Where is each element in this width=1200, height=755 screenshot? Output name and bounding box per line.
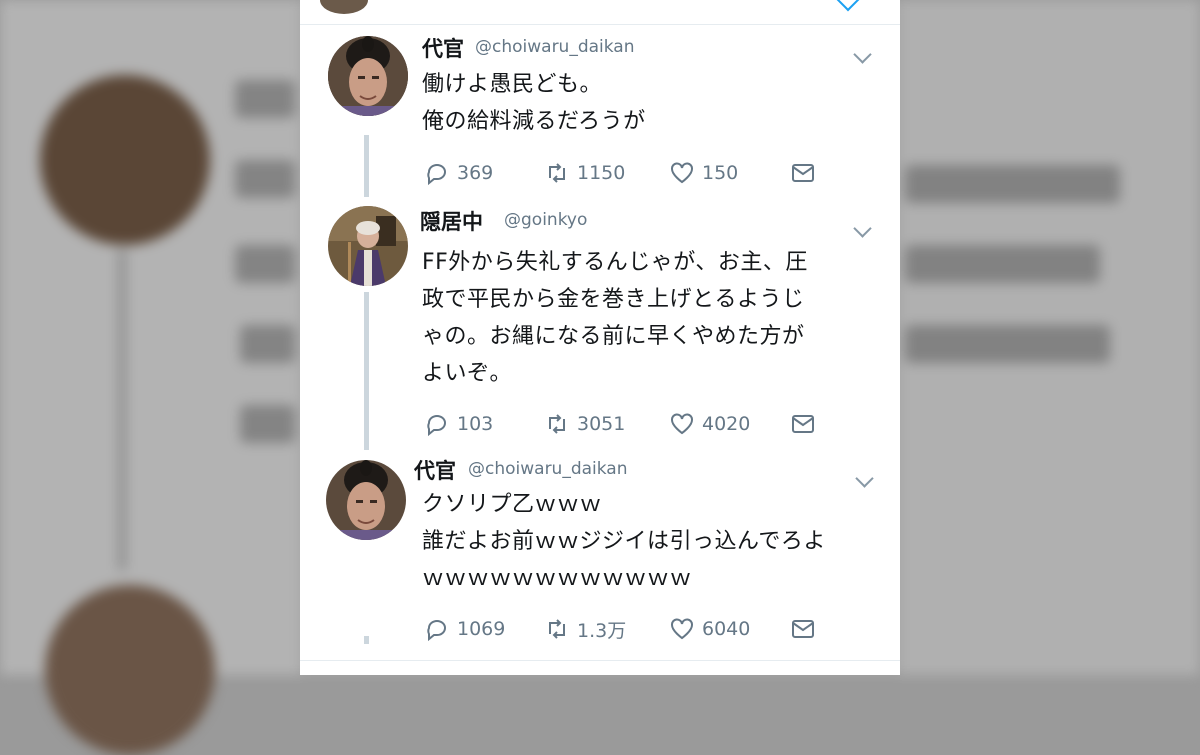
like-count: 150 [702, 162, 739, 184]
mail-icon [792, 415, 814, 433]
reply-button[interactable]: 103 [424, 409, 493, 439]
background-thread-line [118, 250, 126, 570]
like-count: 4020 [702, 413, 751, 435]
user-handle[interactable]: @goinkyo [504, 210, 587, 230]
background-text-block [235, 160, 295, 198]
tweet-thread: 代官 @choiwaru_daikan 働けよ愚民ども。 俺の給料減るだろうが … [300, 0, 900, 675]
tweet-text-line: 働けよ愚民ども。 [422, 72, 603, 97]
reply-icon [427, 415, 446, 437]
heart-icon [671, 162, 693, 184]
reply-count: 103 [457, 413, 494, 435]
reply-icon [427, 620, 446, 642]
retweet-icon [549, 163, 565, 183]
tweet-text-line: クソリプ乙ｗｗｗ [422, 492, 603, 517]
like-count: 6040 [702, 618, 751, 640]
dm-button[interactable] [790, 158, 823, 188]
background-text-block [905, 165, 1120, 203]
tweet-actions: 103 3051 4020 [424, 409, 884, 439]
display-name[interactable]: 隠居中 [420, 206, 483, 236]
like-button[interactable]: 4020 [669, 409, 750, 439]
background-text-block [235, 80, 295, 118]
retweet-button[interactable]: 1.3万 [544, 614, 626, 644]
background-text-block [240, 325, 295, 363]
chevron-down-icon[interactable] [853, 45, 872, 64]
tweet-actions: 369 1150 150 [424, 158, 884, 188]
avatar[interactable] [328, 36, 408, 116]
chevron-down-icon[interactable] [853, 219, 872, 238]
retweet-icon [549, 414, 565, 434]
tweet-actions: 1069 1.3万 6040 [424, 614, 884, 644]
avatar-goinkyo [328, 206, 408, 286]
like-button[interactable]: 6040 [669, 614, 750, 644]
user-handle[interactable]: @choiwaru_daikan [475, 37, 635, 57]
mail-icon [792, 164, 814, 182]
display-name[interactable]: 代官 [422, 33, 464, 63]
background-text-block [235, 245, 295, 283]
background-text-block [240, 405, 295, 443]
tweet-text-line: 誰だよお前ｗｗジジイは引っ込んでろよ [422, 529, 826, 554]
tweet-card[interactable]: 代官 @choiwaru_daikan 働けよ愚民ども。 俺の給料減るだろうが … [300, 0, 900, 200]
retweet-icon [549, 619, 565, 639]
retweet-button[interactable]: 3051 [544, 409, 625, 439]
tweet-card[interactable]: 隠居中 @goinkyo FF外から失礼するんじゃが、お主、圧 政で平民から金を… [300, 200, 900, 450]
avatar[interactable] [328, 206, 408, 286]
reply-button[interactable]: 1069 [424, 614, 505, 644]
reply-count: 1069 [457, 618, 506, 640]
heart-icon [671, 413, 693, 435]
reply-button[interactable]: 369 [424, 158, 493, 188]
background-avatar [40, 75, 210, 245]
retweet-count: 1150 [577, 162, 626, 184]
tweet-text: 働けよ愚民ども。 俺の給料減るだろうが [422, 66, 872, 140]
tweet-card[interactable]: 代官 @choiwaru_daikan クソリプ乙ｗｗｗ 誰だよお前ｗｗジジイは… [300, 450, 900, 662]
retweet-button[interactable]: 1150 [544, 158, 625, 188]
tweet-text-line: FF外から失礼するんじゃが、お主、圧 [422, 250, 808, 275]
divider [300, 660, 900, 661]
chevron-down-icon[interactable] [855, 469, 874, 488]
background-text-block [905, 245, 1100, 283]
mail-icon [792, 620, 814, 638]
tweet-text: クソリプ乙ｗｗｗ 誰だよお前ｗｗジジイは引っ込んでろよ ｗｗｗｗｗｗｗｗｗｗｗｗ [422, 486, 872, 597]
reply-icon [427, 164, 446, 186]
background-text-block [905, 325, 1110, 363]
tweet-text-line: ゃの。お縄になる前に早くやめた方が [422, 324, 805, 349]
tweet-text-line: ｗｗｗｗｗｗｗｗｗｗｗｗ [422, 566, 693, 591]
tweet-text-line: よいぞ。 [422, 361, 513, 386]
heart-icon [671, 618, 693, 640]
user-handle[interactable]: @choiwaru_daikan [468, 459, 628, 479]
retweet-count: 3051 [577, 413, 626, 435]
avatar-daikan [328, 36, 408, 116]
tweet-text-line: 俺の給料減るだろうが [422, 109, 646, 134]
like-button[interactable]: 150 [669, 158, 738, 188]
display-name[interactable]: 代官 [414, 455, 456, 485]
dm-button[interactable] [790, 614, 823, 644]
retweet-count: 1.3万 [577, 619, 627, 642]
avatar[interactable] [326, 460, 406, 540]
dm-button[interactable] [790, 409, 823, 439]
avatar-daikan [326, 460, 406, 540]
tweet-text: FF外から失礼するんじゃが、お主、圧 政で平民から金を巻き上げとるようじ ゃの。… [422, 244, 872, 392]
reply-count: 369 [457, 162, 494, 184]
background-avatar [45, 585, 215, 755]
tweet-text-line: 政で平民から金を巻き上げとるようじ [422, 287, 805, 312]
